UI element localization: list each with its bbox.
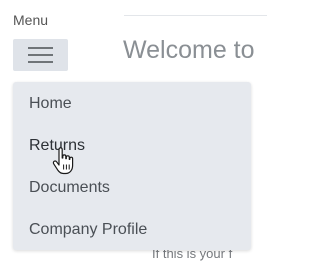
menu-item-documents[interactable]: Documents (29, 178, 110, 198)
page: Menu Welcome to ite nti If this is your … (0, 0, 267, 263)
navigation-dropdown-menu: Home Returns Documents Company Profile (13, 82, 251, 250)
menu-item-company-profile[interactable]: Company Profile (29, 220, 147, 240)
header-divider (124, 15, 267, 16)
menu-item-returns[interactable]: Returns (29, 136, 85, 156)
menu-label: Menu (13, 12, 49, 28)
welcome-title: Welcome to (123, 36, 255, 64)
menu-item-home[interactable]: Home (29, 94, 72, 114)
menu-toggle-button[interactable] (13, 39, 68, 71)
